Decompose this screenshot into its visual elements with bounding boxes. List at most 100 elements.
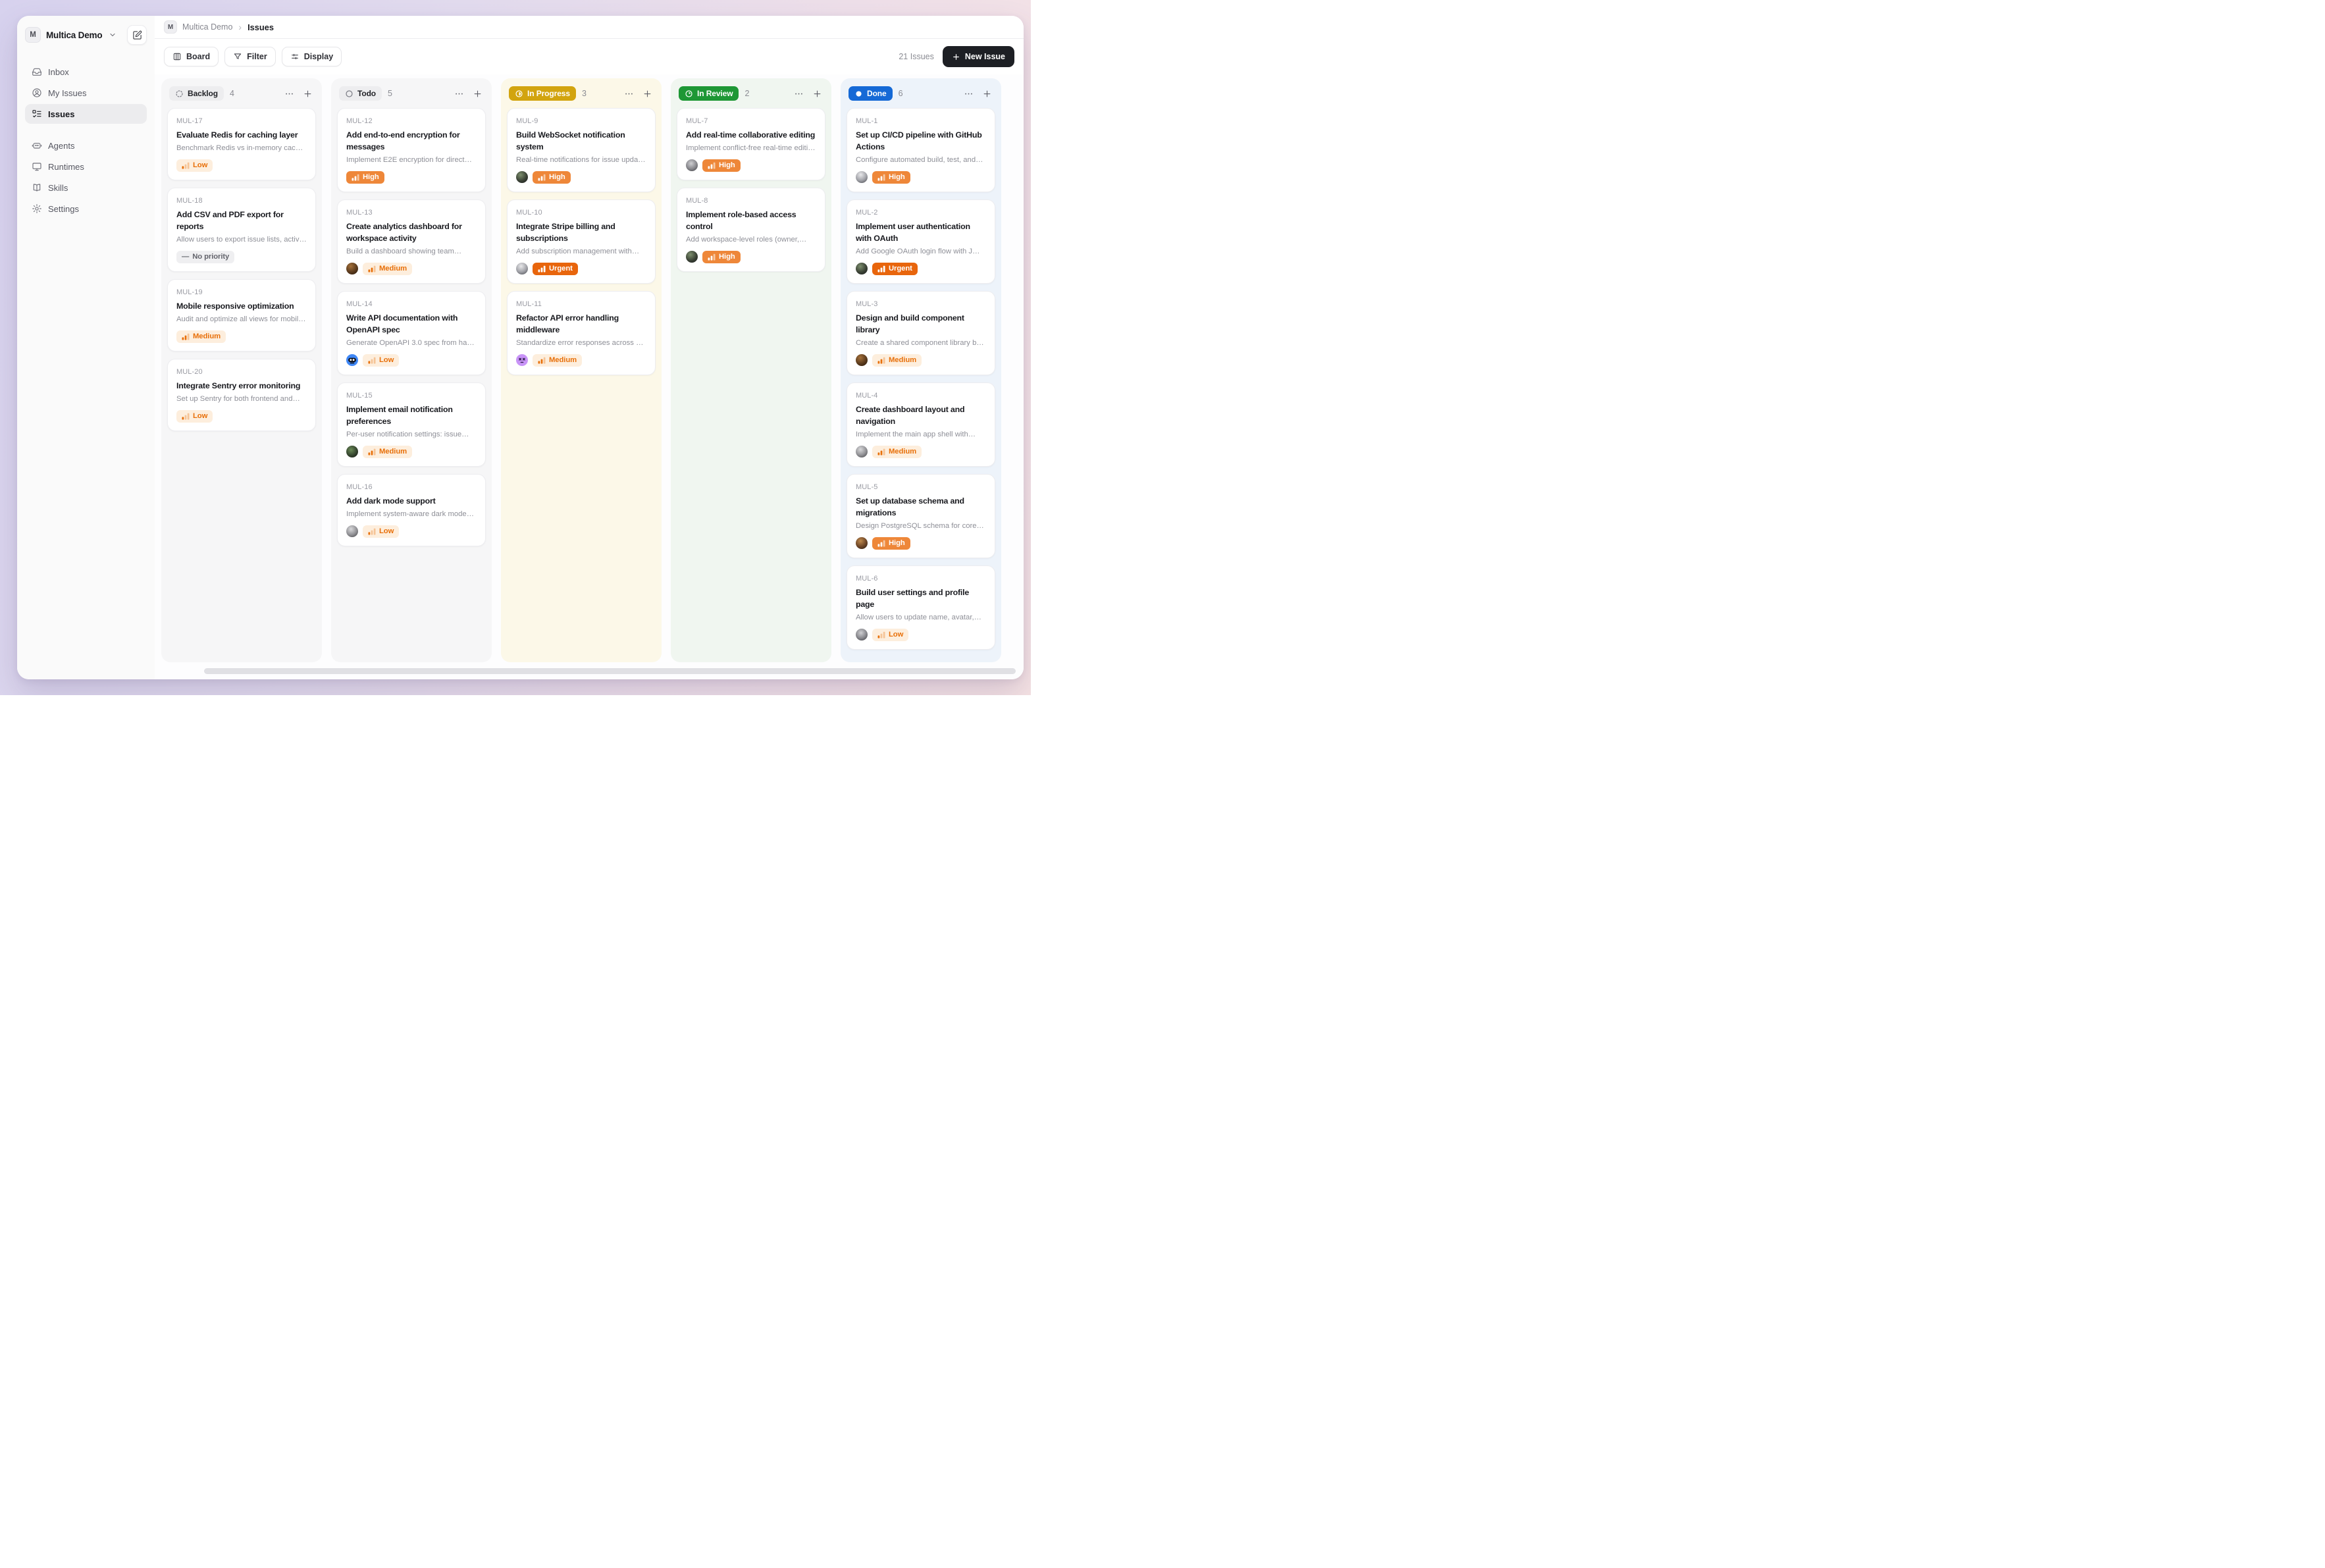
sidebar-item-label: Issues: [48, 109, 74, 119]
column-menu-button[interactable]: [283, 88, 296, 100]
column-count: 2: [745, 89, 749, 98]
sidebar-item-inbox[interactable]: Inbox: [25, 62, 147, 82]
issue-description: Audit and optimize all views for mobile…: [176, 315, 307, 323]
issue-description: Design PostgreSQL schema for core…: [856, 522, 986, 530]
column-add-button[interactable]: [981, 88, 993, 100]
workspace-name[interactable]: Multica Demo: [46, 30, 102, 40]
ellipsis-icon: [284, 89, 294, 99]
column-header: Done 6: [847, 84, 995, 108]
board-view-label: Board: [186, 52, 210, 61]
breadcrumb-separator-icon: ›: [238, 22, 242, 32]
issue-id: MUL-4: [856, 392, 986, 400]
issue-description: Set up Sentry for both frontend and…: [176, 395, 307, 403]
issue-card[interactable]: MUL-9 Build WebSocket notification syste…: [507, 108, 656, 192]
sidebar-item-skills[interactable]: Skills: [25, 178, 147, 197]
priority-label: Low: [889, 631, 903, 639]
issue-card[interactable]: MUL-3 Design and build component library…: [847, 291, 995, 375]
display-button[interactable]: Display: [282, 47, 342, 66]
horizontal-scrollbar[interactable]: [204, 668, 1016, 674]
issue-title: Build WebSocket notification system: [516, 130, 646, 153]
issue-title: Build user settings and profile page: [856, 587, 986, 611]
issue-card[interactable]: MUL-8 Implement role-based access contro…: [677, 188, 825, 272]
toolbar: Board Filter Display 21 Issues New Issue: [155, 39, 1024, 74]
issue-description: Implement the main app shell with…: [856, 431, 986, 438]
issue-card[interactable]: MUL-19 Mobile responsive optimization Au…: [167, 279, 316, 352]
issue-card[interactable]: MUL-15 Implement email notification pref…: [337, 382, 486, 467]
priority-label: Medium: [889, 448, 916, 456]
column-menu-button[interactable]: [453, 88, 465, 100]
new-issue-button[interactable]: New Issue: [943, 46, 1014, 67]
priority-bars-icon: [877, 174, 885, 181]
board-view-button[interactable]: Board: [164, 47, 219, 66]
assignee-avatar: [686, 159, 698, 171]
status-label: Backlog: [188, 89, 218, 98]
sidebar-item-label: My Issues: [48, 88, 87, 98]
issue-description: Add subscription management with…: [516, 248, 646, 255]
issue-card[interactable]: MUL-14 Write API documentation with Open…: [337, 291, 486, 375]
issue-description: Configure automated build, test, and…: [856, 156, 986, 164]
column-add-button[interactable]: [301, 88, 314, 100]
board-view-icon: [172, 52, 182, 61]
priority-label: High: [889, 173, 905, 181]
assignee-avatar: [856, 446, 868, 457]
filter-button[interactable]: Filter: [224, 47, 276, 66]
issue-description: Real-time notifications for issue update…: [516, 156, 646, 164]
board: Backlog 4 MUL-17 Evaluate Redis for cach…: [155, 74, 1024, 679]
issue-card[interactable]: MUL-6 Build user settings and profile pa…: [847, 565, 995, 650]
robot-avatar-face: [346, 354, 358, 366]
priority-badge: — Low: [872, 629, 908, 641]
issue-card[interactable]: MUL-1 Set up CI/CD pipeline with GitHub …: [847, 108, 995, 192]
priority-label: High: [719, 253, 735, 261]
issue-title: Implement user authentication with OAuth: [856, 221, 986, 245]
filter-label: Filter: [247, 52, 267, 61]
sidebar-item-issues[interactable]: Issues: [25, 104, 147, 124]
board-column: Done 6 MUL-1 Set up CI/CD pipeline with …: [841, 78, 1001, 662]
issue-card[interactable]: MUL-4 Create dashboard layout and naviga…: [847, 382, 995, 467]
assignee-avatar: [346, 263, 358, 274]
sidebar-item-my-issues[interactable]: My Issues: [25, 83, 147, 103]
issue-id: MUL-5: [856, 483, 986, 491]
issue-card[interactable]: MUL-12 Add end-to-end encryption for mes…: [337, 108, 486, 192]
column-add-button[interactable]: [471, 88, 484, 100]
issue-card[interactable]: MUL-2 Implement user authentication with…: [847, 199, 995, 284]
plus-icon: [952, 53, 960, 61]
sidebar-item-label: Runtimes: [48, 162, 84, 172]
sidebar-item-settings[interactable]: Settings: [25, 199, 147, 219]
issue-card[interactable]: MUL-20 Integrate Sentry error monitoring…: [167, 359, 316, 431]
ellipsis-icon: [794, 89, 804, 99]
assignee-avatar: [856, 263, 868, 274]
column-menu-button[interactable]: [623, 88, 635, 100]
issue-card[interactable]: MUL-13 Create analytics dashboard for wo…: [337, 199, 486, 284]
sidebar-item-agents[interactable]: Agents: [25, 136, 147, 155]
issue-card[interactable]: MUL-16 Add dark mode support Implement s…: [337, 474, 486, 546]
sidebar-item-runtimes[interactable]: Runtimes: [25, 157, 147, 176]
issue-card[interactable]: MUL-18 Add CSV and PDF export for report…: [167, 188, 316, 272]
column-add-button[interactable]: [641, 88, 654, 100]
priority-bars-icon: [368, 448, 376, 456]
column-header: Todo 5: [337, 84, 486, 108]
issue-card[interactable]: MUL-11 Refactor API error handling middl…: [507, 291, 656, 375]
issue-description: Implement conflict-free real-time editin…: [686, 144, 816, 152]
column-add-button[interactable]: [811, 88, 823, 100]
sidebar: M Multica Demo Inbox My Is: [17, 16, 155, 679]
compose-button[interactable]: [127, 25, 147, 45]
priority-badge: — Low: [176, 159, 213, 172]
inbox-icon: [32, 66, 42, 77]
issue-description: Add Google OAuth login flow with JWT…: [856, 248, 986, 255]
priority-label: Low: [379, 356, 394, 364]
assignee-avatar: [516, 171, 528, 183]
issue-description: Per-user notification settings: issue…: [346, 431, 477, 438]
issue-card[interactable]: MUL-17 Evaluate Redis for caching layer …: [167, 108, 316, 180]
issue-description: Create a shared component library base…: [856, 339, 986, 347]
column-cards: MUL-7 Add real-time collaborative editin…: [677, 108, 825, 279]
issue-card[interactable]: MUL-7 Add real-time collaborative editin…: [677, 108, 825, 180]
issue-card-footer: — Medium: [516, 354, 646, 367]
priority-bars-icon: [877, 448, 885, 456]
breadcrumb-workspace[interactable]: Multica Demo: [182, 22, 232, 32]
issue-card[interactable]: MUL-10 Integrate Stripe billing and subs…: [507, 199, 656, 284]
workspace-avatar: M: [25, 27, 41, 43]
column-menu-button[interactable]: [793, 88, 805, 100]
chevron-down-icon[interactable]: [109, 31, 117, 39]
issue-card[interactable]: MUL-5 Set up database schema and migrati…: [847, 474, 995, 558]
column-menu-button[interactable]: [962, 88, 975, 100]
